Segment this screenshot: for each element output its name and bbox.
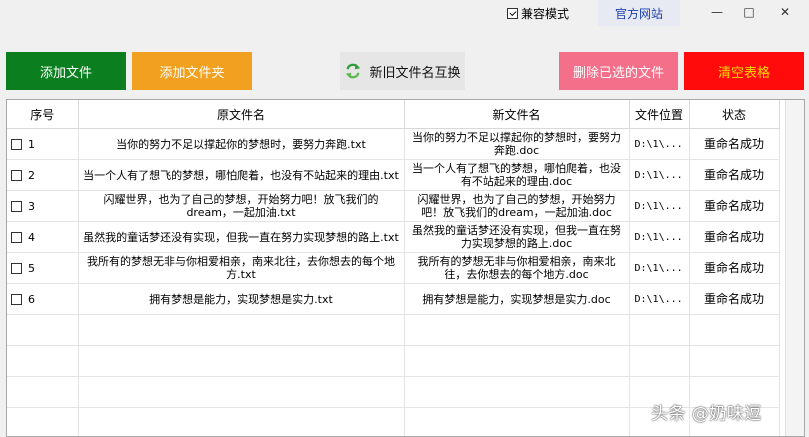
title-bar: 兼容模式 官方网站 — □ ✕ — [0, 0, 809, 28]
row-index-cell: 2 — [7, 159, 79, 191]
row-index: 5 — [28, 261, 35, 275]
status-cell: 重命名成功 — [689, 252, 780, 284]
close-button[interactable]: ✕ — [771, 2, 799, 22]
compat-mode-toggle[interactable]: 兼容模式 — [507, 5, 569, 22]
row-index: 2 — [28, 168, 35, 182]
row-checkbox[interactable] — [11, 201, 22, 212]
watermark: 头条 @奶味逗 — [651, 404, 762, 424]
row-checkbox[interactable] — [11, 170, 22, 181]
row-index-cell: 3 — [7, 190, 79, 222]
table-row[interactable]: 6 拥有梦想是能力，实现梦想是实力.txt 拥有梦想是能力，实现梦想是实力.do… — [7, 283, 780, 315]
row-index: 1 — [28, 137, 35, 151]
official-website-link[interactable]: 官方网站 — [598, 0, 680, 26]
row-index-cell: 4 — [7, 221, 79, 253]
old-name-cell: 拥有梦想是能力，实现梦想是实力.txt — [78, 283, 405, 315]
row-checkbox[interactable] — [11, 294, 22, 305]
add-folder-button[interactable]: 添加文件夹 — [132, 52, 252, 90]
status-cell: 重命名成功 — [689, 283, 780, 315]
new-name-cell: 虽然我的童话梦还没有实现，但我一直在努力实现梦想的路上.doc — [404, 221, 630, 253]
empty-row — [7, 345, 780, 377]
old-name-cell: 虽然我的童话梦还没有实现，但我一直在努力实现梦想的路上.txt — [78, 221, 405, 253]
vertical-scrollbar[interactable] — [785, 100, 804, 436]
row-index: 6 — [28, 292, 35, 306]
table-row[interactable]: 1 当你的努力不足以撑起你的梦想时，要努力奔跑.txt 当你的努力不足以撑起你的… — [7, 128, 780, 160]
minimize-button[interactable]: — — [703, 2, 731, 22]
location-cell: D:\1\... — [629, 159, 690, 191]
status-cell: 重命名成功 — [689, 128, 780, 160]
location-cell: D:\1\... — [629, 221, 690, 253]
old-name-cell: 当一个人有了想飞的梦想，哪怕爬着，也没有不站起来的理由.txt — [78, 159, 405, 191]
row-checkbox[interactable] — [11, 263, 22, 274]
new-name-cell: 当一个人有了想飞的梦想，哪怕爬着，也没有不站起来的理由.doc — [404, 159, 630, 191]
new-name-cell: 闪耀世界，也为了自己的梦想，开始努力吧！放飞我们的dream，一起加油.doc — [404, 190, 630, 222]
column-header-new-name[interactable]: 新文件名 — [404, 100, 630, 129]
table-row[interactable]: 2 当一个人有了想飞的梦想，哪怕爬着，也没有不站起来的理由.txt 当一个人有了… — [7, 159, 780, 191]
table-row[interactable]: 3 闪耀世界，也为了自己的梦想，开始努力吧！放飞我们的dream，一起加油.tx… — [7, 190, 780, 222]
delete-selected-button[interactable]: 删除已选的文件 — [559, 52, 678, 90]
row-index-cell: 1 — [7, 128, 79, 160]
row-index-cell: 6 — [7, 283, 79, 315]
table-row[interactable]: 4 虽然我的童话梦还没有实现，但我一直在努力实现梦想的路上.txt 虽然我的童话… — [7, 221, 780, 253]
status-cell: 重命名成功 — [689, 159, 780, 191]
row-index: 4 — [28, 230, 35, 244]
empty-row — [7, 314, 780, 346]
location-cell: D:\1\... — [629, 283, 690, 315]
add-file-button[interactable]: 添加文件 — [6, 52, 126, 90]
status-cell: 重命名成功 — [689, 190, 780, 222]
location-cell: D:\1\... — [629, 128, 690, 160]
clear-table-button[interactable]: 清空表格 — [684, 52, 804, 90]
column-header-index[interactable]: 序号 — [7, 100, 79, 129]
compat-mode-label: 兼容模式 — [521, 7, 570, 21]
location-cell: D:\1\... — [629, 252, 690, 284]
swap-names-label: 新旧文件名互换 — [369, 65, 461, 81]
swap-names-button[interactable]: 新旧文件名互换 — [340, 52, 465, 90]
row-index-cell: 5 — [7, 252, 79, 284]
new-name-cell: 当你的努力不足以撑起你的梦想时，要努力奔跑.doc — [404, 128, 630, 160]
table-header: 序号 原文件名 新文件名 文件位置 状态 — [7, 100, 780, 129]
column-header-location[interactable]: 文件位置 — [629, 100, 690, 129]
old-name-cell: 当你的努力不足以撑起你的梦想时，要努力奔跑.txt — [78, 128, 405, 160]
new-name-cell: 拥有梦想是能力，实现梦想是实力.doc — [404, 283, 630, 315]
status-cell: 重命名成功 — [689, 221, 780, 253]
column-header-old-name[interactable]: 原文件名 — [78, 100, 405, 129]
compat-mode-checkbox[interactable] — [507, 8, 518, 19]
column-header-status[interactable]: 状态 — [689, 100, 780, 129]
old-name-cell: 我所有的梦想无非与你相爱相亲，南来北往，去你想去的每个地方.txt — [78, 252, 405, 284]
swap-icon — [346, 63, 361, 79]
old-name-cell: 闪耀世界，也为了自己的梦想，开始努力吧！放飞我们的dream，一起加油.txt — [78, 190, 405, 222]
location-cell: D:\1\... — [629, 190, 690, 222]
file-table: 序号 原文件名 新文件名 文件位置 状态 1 当你的努力不足以撑起你的梦想时，要… — [6, 99, 805, 437]
row-index: 3 — [28, 199, 35, 213]
new-name-cell: 我所有的梦想无非与你相爱相亲，南来北往，去你想去的每个地方.doc — [404, 252, 630, 284]
row-checkbox[interactable] — [11, 139, 22, 150]
maximize-button[interactable]: □ — [735, 2, 763, 22]
table-row[interactable]: 5 我所有的梦想无非与你相爱相亲，南来北往，去你想去的每个地方.txt 我所有的… — [7, 252, 780, 284]
row-checkbox[interactable] — [11, 232, 22, 243]
